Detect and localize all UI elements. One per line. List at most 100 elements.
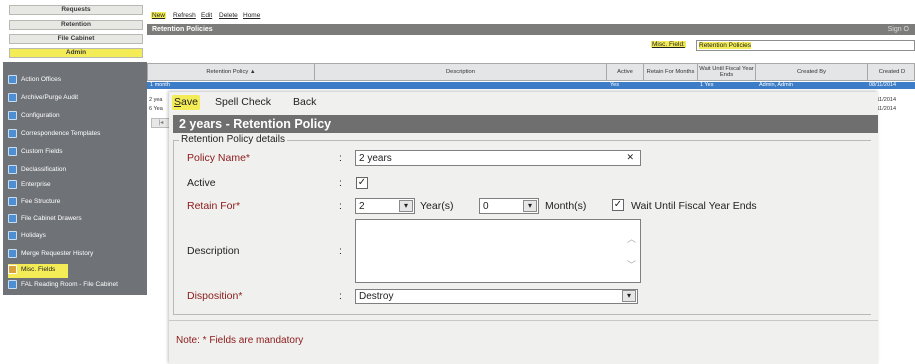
row-policy: 1 month	[150, 82, 170, 88]
column-header-retention-policy[interactable]: Retention Policy ▲	[148, 64, 315, 80]
declassification-icon	[8, 164, 17, 174]
column-header-created-by[interactable]: Created By	[756, 64, 868, 80]
sidebar-item-archive-purge-audit[interactable]: Archive/Purge Audit	[8, 92, 144, 106]
chevron-down-icon[interactable]: ▾	[523, 200, 537, 212]
sidebar-item-holidays[interactable]: Holidays	[8, 230, 144, 244]
clear-icon[interactable]: ✕	[626, 152, 634, 163]
sign-out-link[interactable]: Sign O	[888, 24, 909, 35]
merge-icon	[8, 248, 17, 258]
colon: :	[339, 152, 342, 164]
nav-file-cabinet[interactable]: File Cabinet	[9, 34, 143, 44]
row-created-by: Admin, Admin	[759, 82, 793, 88]
save-button[interactable]: Save	[172, 95, 200, 110]
holidays-icon	[8, 230, 17, 240]
column-header-active[interactable]: Active	[607, 64, 644, 80]
sidebar-item-misc-fields[interactable]: Misc. Fields	[8, 264, 68, 278]
policy-name-label: Policy Name*	[187, 152, 251, 164]
edit-button[interactable]: Edit	[201, 12, 212, 19]
policy-name-input[interactable]: 2 years ✕	[355, 150, 641, 166]
sidebar-item-custom-fields[interactable]: Custom Fields	[8, 146, 144, 160]
retain-months-select[interactable]: 0 ▾	[479, 198, 539, 214]
divider	[169, 320, 878, 321]
colon: :	[339, 200, 342, 212]
sidebar-item-file-cabinet-drawers[interactable]: File Cabinet Drawers	[8, 213, 144, 227]
sidebar-item-merge-requester-history[interactable]: Merge Requester History	[8, 248, 144, 262]
delete-button[interactable]: Delete	[219, 12, 238, 19]
misc-field-select[interactable]: Retention Policies	[696, 40, 915, 51]
drawers-icon	[8, 213, 17, 223]
wait-fiscal-checkbox[interactable]: ✓	[612, 199, 624, 211]
misc-field-value: Retention Policies	[699, 42, 752, 49]
dialog-toolbar: Save Spell Check Back	[169, 92, 878, 113]
row-created-date: 08/11/2014	[869, 82, 897, 88]
home-button[interactable]: Home	[243, 12, 260, 19]
disposition-select[interactable]: Destroy ▾	[355, 289, 638, 304]
months-unit-label: Month(s)	[545, 200, 587, 212]
fee-structure-icon	[8, 196, 17, 206]
sidebar-item-enterprise[interactable]: Enterprise	[8, 179, 144, 193]
sidebar-item-action-offices[interactable]: Action Offices	[8, 74, 144, 88]
retain-for-label: Retain For*	[187, 200, 241, 212]
retain-years-select[interactable]: 2 ▾	[355, 198, 415, 214]
colon: :	[339, 245, 342, 257]
active-label: Active	[187, 177, 216, 189]
sidebar-item-configuration[interactable]: Configuration	[8, 110, 144, 124]
row-wait: 1 Yes	[700, 82, 714, 88]
templates-icon	[8, 128, 17, 138]
retention-policy-dialog: Save Spell Check Back 2 years - Retentio…	[169, 92, 878, 364]
column-header-created-date[interactable]: Created D	[868, 64, 915, 80]
description-textarea[interactable]: ︿ ﹀	[355, 219, 641, 283]
configuration-icon	[8, 110, 17, 120]
save-label-rest: ave	[181, 96, 198, 108]
refresh-button[interactable]: Refresh	[173, 12, 196, 19]
sidebar-item-correspondence-templates[interactable]: Correspondence Templates	[8, 128, 144, 142]
list-title-bar: Retention Policies Sign O	[147, 24, 915, 35]
scroll-down-icon[interactable]: ﹀	[627, 258, 636, 271]
back-button[interactable]: Back	[291, 95, 318, 110]
sidebar-item-declassification[interactable]: Declassification	[8, 164, 144, 178]
misc-field-label-wrap: Misc. Field:	[651, 41, 686, 48]
colon: :	[339, 290, 342, 302]
chevron-down-icon[interactable]: ▾	[399, 200, 413, 212]
action-offices-icon	[8, 74, 17, 84]
nav-requests[interactable]: Requests	[9, 5, 143, 15]
disposition-value: Destroy	[359, 291, 394, 302]
active-checkbox[interactable]: ✓	[356, 177, 368, 189]
sidebar-item-fal-reading-room[interactable]: FAL Reading Room - File Cabinet	[8, 279, 144, 293]
years-unit-label: Year(s)	[420, 200, 454, 212]
policy-name-value: 2 years	[359, 152, 392, 164]
save-hotkey-letter: S	[174, 96, 182, 108]
pager-first-icon[interactable]: |◂	[151, 118, 171, 128]
row-active: Yes	[610, 82, 619, 88]
column-header-retain-for-months[interactable]: Retain For Months	[644, 64, 698, 80]
column-header-wait-until-fiscal[interactable]: Wait Until Fiscal Year Ends	[698, 64, 756, 80]
scroll-up-icon[interactable]: ︿	[627, 232, 636, 245]
reading-room-icon	[8, 279, 17, 289]
list-toolbar: New Refresh Edit Delete Home	[147, 10, 915, 23]
row-policy: 2 yea	[149, 97, 163, 103]
custom-fields-icon	[8, 146, 17, 156]
row-policy: 6 Yea	[149, 106, 163, 112]
nav-retention[interactable]: Retention	[9, 20, 143, 30]
left-navigation: Requests Retention File Cabinet Admin Ac…	[0, 0, 147, 295]
nav-admin[interactable]: Admin	[9, 48, 143, 58]
list-title: Retention Policies	[152, 26, 213, 33]
admin-menu: Action Offices Archive/Purge Audit Confi…	[3, 62, 147, 295]
retain-months-value: 0	[483, 200, 489, 212]
description-label: Description	[187, 245, 240, 257]
archive-icon	[8, 92, 17, 102]
wait-fiscal-label: Wait Until Fiscal Year Ends	[631, 200, 757, 212]
sidebar-item-fee-structure[interactable]: Fee Structure	[8, 196, 144, 210]
table-row[interactable]: 1 month Yes 1 Yes Admin, Admin 08/11/201…	[147, 82, 915, 89]
mandatory-note: Note: * Fields are mandatory	[176, 335, 304, 346]
new-button[interactable]: New	[151, 12, 167, 19]
enterprise-icon	[8, 179, 17, 189]
row-created-date: /11/2014	[875, 97, 897, 103]
row-created-date: /11/2014	[875, 106, 897, 112]
spell-check-button[interactable]: Spell Check	[213, 95, 273, 110]
misc-fields-icon	[8, 264, 17, 274]
column-header-description[interactable]: Description	[315, 64, 607, 80]
chevron-down-icon[interactable]: ▾	[622, 290, 636, 302]
details-section-legend: Retention Policy details	[179, 134, 287, 145]
misc-field-label: Misc. Field:	[651, 41, 686, 48]
